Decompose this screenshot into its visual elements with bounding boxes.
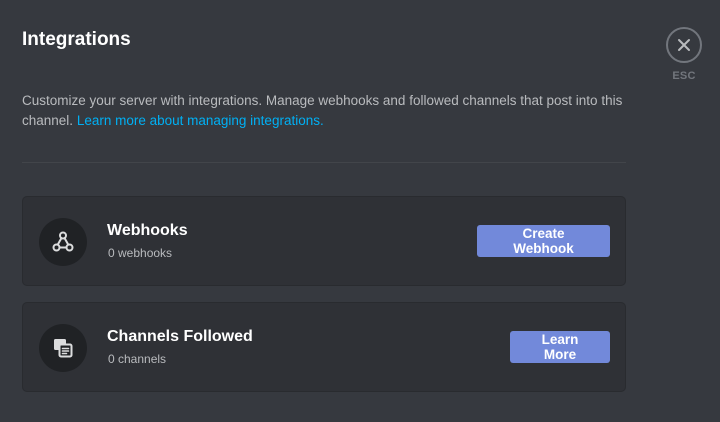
channels-followed-icon-badge xyxy=(39,324,87,372)
webhook-icon xyxy=(52,231,74,252)
page-title: Integrations xyxy=(22,29,131,50)
close-icon xyxy=(678,39,690,51)
webhooks-icon-badge xyxy=(39,218,87,266)
integrations-description: Customize your server with integrations.… xyxy=(22,91,632,131)
channels-followed-title: Channels Followed xyxy=(107,328,253,345)
channel-follow-icon xyxy=(54,339,73,358)
channels-followed-count: 0 channels xyxy=(108,352,167,366)
close-button[interactable] xyxy=(666,27,702,63)
webhooks-card: Webhooks 0 webhooks Create Webhook xyxy=(22,196,626,286)
learn-more-button[interactable]: Learn More xyxy=(510,331,610,363)
divider xyxy=(22,162,626,163)
webhooks-title: Webhooks xyxy=(107,222,188,239)
create-webhook-button[interactable]: Create Webhook xyxy=(477,225,610,257)
close-control: ESC xyxy=(666,27,702,82)
close-esc-label: ESC xyxy=(672,70,696,82)
learn-more-integrations-link[interactable]: Learn more about managing integrations. xyxy=(77,113,324,128)
webhooks-count: 0 webhooks xyxy=(108,246,173,260)
channels-followed-card: Channels Followed 0 channels Learn More xyxy=(22,302,626,392)
